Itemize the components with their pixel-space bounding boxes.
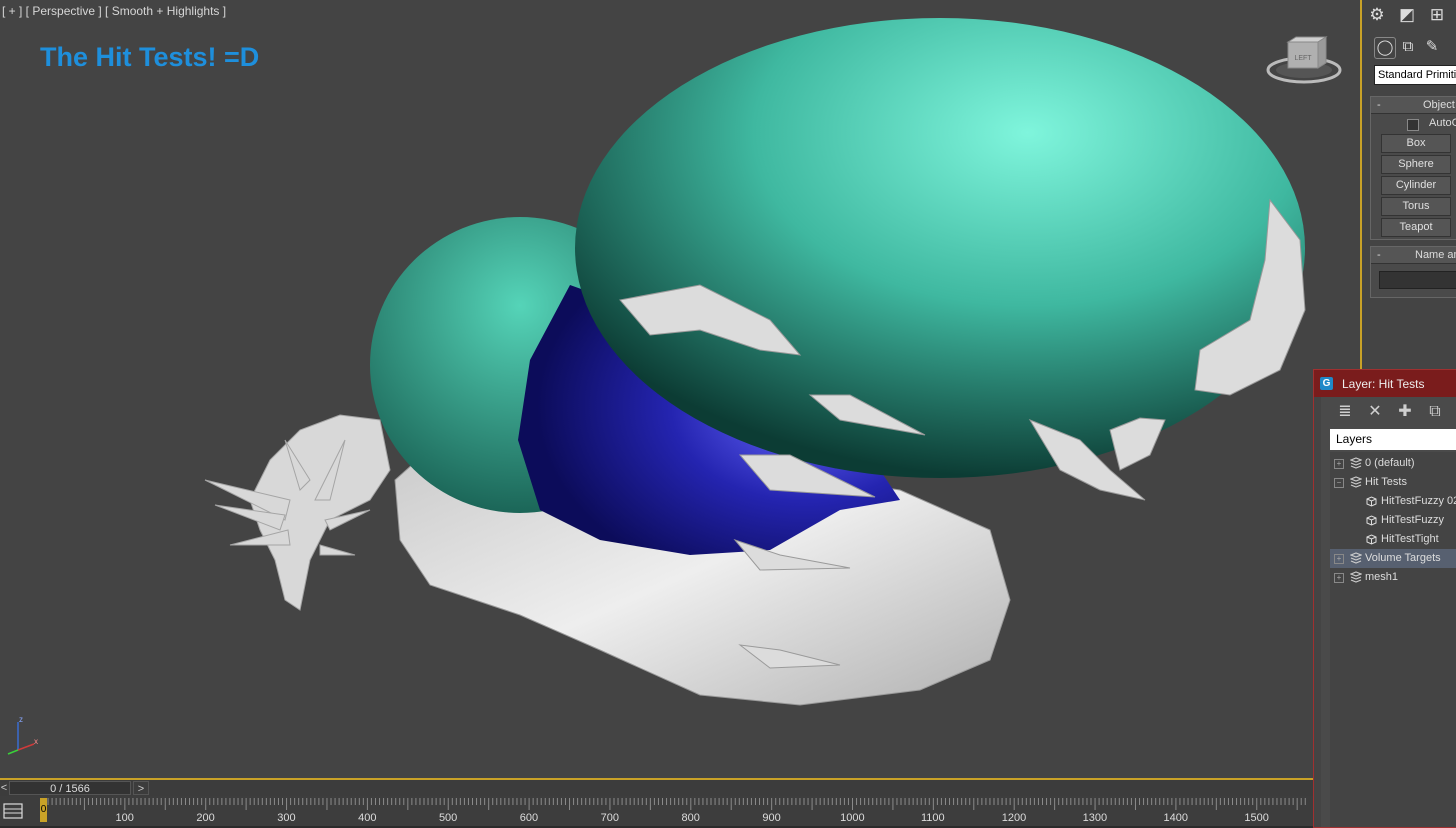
tick-label: 600 xyxy=(519,812,539,824)
layer-row-label: mesh1 xyxy=(1365,571,1399,583)
layer-dialog-body: ≣ ✕ ✚ ⧉ Layers + 0 (default) − Hit Tests… xyxy=(1321,397,1456,827)
modify-icon[interactable]: ◩ xyxy=(1396,4,1418,26)
layer-row-volume-targets[interactable]: + Volume Targets xyxy=(1330,549,1456,568)
cylinder-button[interactable]: Cylinder xyxy=(1381,176,1451,195)
tick-label: 800 xyxy=(681,812,700,824)
timeline-config-icon[interactable] xyxy=(2,800,24,822)
object-row-label: HitTestFuzzy 02 xyxy=(1381,495,1456,507)
select-icon[interactable]: ⧉ xyxy=(1425,402,1445,422)
sphere-category-icon[interactable]: ◯ xyxy=(1374,37,1396,59)
layer-dialog: G Layer: Hit Tests ≣ ✕ ✚ ⧉ Layers + 0 (d… xyxy=(1313,369,1456,828)
layer-dialog-title: Layer: Hit Tests xyxy=(1342,377,1425,391)
name-color-rollout-header[interactable]: - Name an xyxy=(1371,247,1456,264)
scene-render xyxy=(204,18,1306,706)
autogrid-checkbox[interactable] xyxy=(1407,119,1419,131)
tick-label: 1300 xyxy=(1082,812,1108,824)
expand-toggle[interactable]: + xyxy=(1334,554,1344,564)
tick-label: 1100 xyxy=(920,812,945,824)
viewcube[interactable]: LEFT xyxy=(1266,36,1346,86)
hierarchy-icon[interactable]: ⊞ xyxy=(1426,4,1448,26)
axis-tripod: z x xyxy=(7,715,38,755)
tick-label: 700 xyxy=(600,812,619,824)
name-rollout-title: Name an xyxy=(1415,249,1456,261)
layer-row-label: Hit Tests xyxy=(1365,476,1407,488)
layer-dialog-titlebar[interactable]: G Layer: Hit Tests xyxy=(1314,370,1456,397)
viewport-title-text: The Hit Tests! =D xyxy=(40,42,260,72)
layer-icon xyxy=(1350,457,1362,469)
object-row-hittestfuzzy[interactable]: HitTestFuzzy xyxy=(1330,511,1456,530)
time-next-button[interactable]: > xyxy=(133,781,149,795)
new-layer-icon[interactable]: ≣ xyxy=(1335,402,1355,422)
tick-label: 1500 xyxy=(1244,812,1269,824)
object-type-rollout-header[interactable]: - Object xyxy=(1371,97,1456,114)
object-row-hittesttight[interactable]: HitTestTight xyxy=(1330,530,1456,549)
object-icon xyxy=(1366,515,1377,526)
lights-icon[interactable]: ✎ xyxy=(1422,37,1442,57)
layer-row-default[interactable]: + 0 (default) xyxy=(1330,454,1456,473)
tick-label: 300 xyxy=(277,812,296,824)
add-icon[interactable]: ✚ xyxy=(1395,402,1415,422)
tick-label: 400 xyxy=(358,812,377,824)
object-icon xyxy=(1366,534,1377,545)
gear-icon[interactable]: ⚙ xyxy=(1366,4,1388,26)
tick-label: 1200 xyxy=(1001,812,1027,824)
object-name-input[interactable] xyxy=(1379,271,1456,289)
perspective-viewport[interactable]: [ + ] [ Perspective ] [ Smooth + Highlig… xyxy=(0,0,1360,780)
object-row-hittestfuzzy-02[interactable]: HitTestFuzzy 02 xyxy=(1330,492,1456,511)
layer-icon xyxy=(1350,476,1362,488)
object-type-title: Object xyxy=(1423,99,1455,111)
current-frame-marker[interactable]: 0 xyxy=(40,798,47,822)
axis-z-label: z xyxy=(19,715,23,724)
shapes-icon[interactable]: ⧉ xyxy=(1398,37,1418,57)
track-bar[interactable]: 0 100 200 300 400 500 600 700 800 900 1000 1100 120… xyxy=(0,796,1313,826)
mesh-tail xyxy=(204,414,391,611)
tick-label: 1000 xyxy=(840,812,865,824)
tick-label: 900 xyxy=(762,812,781,824)
layer-icon xyxy=(1350,552,1362,564)
viewport-label[interactable]: [ + ] [ Perspective ] [ Smooth + Highlig… xyxy=(2,4,226,18)
layer-row-label: 0 (default) xyxy=(1365,457,1415,469)
layer-row-label: Volume Targets xyxy=(1365,552,1441,564)
viewcube-face-label: LEFT xyxy=(1294,55,1312,62)
object-icon xyxy=(1366,496,1377,507)
box-button[interactable]: Box xyxy=(1381,134,1451,153)
object-row-label: HitTestTight xyxy=(1381,533,1439,545)
expand-toggle[interactable]: + xyxy=(1334,573,1344,583)
tick-label: 200 xyxy=(196,812,215,824)
layer-toolbar: ≣ ✕ ✚ ⧉ xyxy=(1321,397,1456,427)
torus-button[interactable]: Torus xyxy=(1381,197,1451,216)
primitive-type-dropdown[interactable]: Standard Primitiv xyxy=(1374,65,1456,85)
layers-tree: + 0 (default) − Hit Tests HitTestFuzzy 0… xyxy=(1330,452,1456,827)
delete-icon[interactable]: ✕ xyxy=(1365,402,1385,422)
time-slider-bar: < 0 / 1566 > xyxy=(0,780,1313,796)
autogrid-label: AutoG xyxy=(1429,117,1456,129)
object-row-label: HitTestFuzzy xyxy=(1381,514,1444,526)
expand-toggle[interactable]: + xyxy=(1334,459,1344,469)
command-panel: ⚙ ◩ ⊞ ◯ ⧉ ✎ Standard Primitiv - Object A… xyxy=(1360,0,1456,380)
tick-label: 1400 xyxy=(1163,812,1188,824)
layers-column-header[interactable]: Layers xyxy=(1330,429,1456,450)
layer-icon xyxy=(1350,571,1362,583)
expand-toggle[interactable]: − xyxy=(1334,478,1344,488)
teapot-button[interactable]: Teapot xyxy=(1381,218,1451,237)
tick-label: 100 xyxy=(115,812,134,824)
axis-x-label: x xyxy=(34,737,38,746)
sphere-button[interactable]: Sphere xyxy=(1381,155,1451,174)
app-logo-icon: G xyxy=(1320,377,1333,390)
hit-test-fuzzy-sphere xyxy=(575,18,1305,478)
tick-label: 500 xyxy=(438,812,458,824)
time-prev-button[interactable]: < xyxy=(0,781,8,795)
time-slider[interactable]: 0 / 1566 xyxy=(9,781,131,795)
layer-row-mesh1[interactable]: + mesh1 xyxy=(1330,568,1456,587)
name-color-rollout: - Name an xyxy=(1370,246,1456,298)
layer-row-hit-tests[interactable]: − Hit Tests xyxy=(1330,473,1456,492)
object-type-rollout: - Object AutoG Box Sphere Cylinder Torus… xyxy=(1370,96,1456,240)
